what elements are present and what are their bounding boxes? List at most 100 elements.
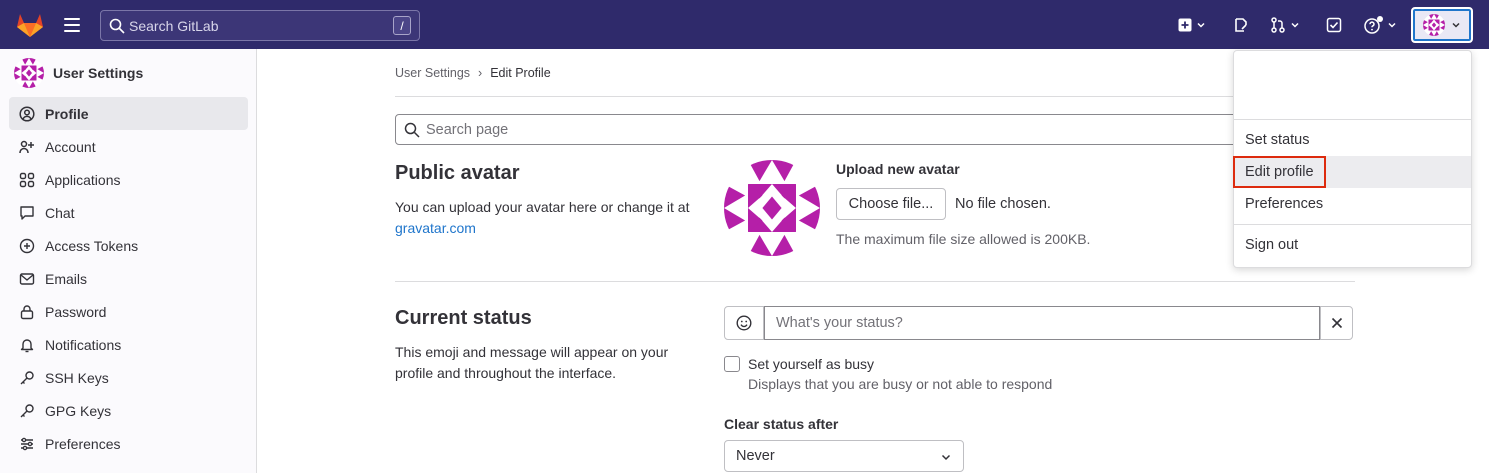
sidebar-item-preferences[interactable]: Preferences	[9, 427, 248, 460]
status-input-group: What's your status?	[724, 306, 1353, 340]
current-status-heading: Current status	[395, 307, 532, 329]
create-new-button[interactable]	[1178, 14, 1206, 36]
user-avatar-icon	[14, 58, 44, 88]
status-placeholder: What's your status?	[776, 315, 903, 331]
clear-status-button[interactable]	[1320, 307, 1352, 339]
sidebar-item-label: Password	[45, 303, 107, 320]
top-navbar: Search GitLab /	[0, 0, 1489, 49]
search-page-input[interactable]: Search page	[395, 114, 1255, 145]
chevron-down-icon	[941, 454, 951, 461]
upload-avatar-label: Upload new avatar	[836, 161, 960, 177]
account-icon	[19, 139, 35, 155]
set-status-menu-item[interactable]: Set status	[1234, 124, 1471, 156]
sidebar-item-account[interactable]: Account	[9, 130, 248, 163]
sidebar-item-label: Access Tokens	[45, 237, 139, 254]
sidebar-header[interactable]: User Settings	[14, 58, 143, 88]
busy-checkbox[interactable]	[724, 356, 740, 372]
global-search-input[interactable]: Search GitLab /	[100, 10, 420, 41]
chevron-down-icon	[1388, 22, 1396, 28]
user-menu-dropdown: Set status Edit profile Preferences Sign…	[1233, 50, 1472, 268]
merge-requests-button[interactable]	[1270, 14, 1300, 36]
gravatar-link[interactable]: gravatar.com	[395, 220, 476, 236]
sidebar-item-profile[interactable]: Profile	[9, 97, 248, 130]
lock-icon	[19, 304, 35, 320]
sidebar-item-label: Emails	[45, 270, 88, 287]
search-page-placeholder: Search page	[426, 121, 509, 138]
public-avatar-description: You can upload your avatar here or chang…	[395, 197, 705, 239]
sidebar-item-label: GPG Keys	[45, 402, 112, 419]
breadcrumb-parent-link[interactable]: User Settings	[395, 66, 470, 80]
settings-sidebar: User Settings Profile Account Applicatio…	[0, 49, 257, 473]
menu-item-label: Set status	[1245, 132, 1310, 148]
help-button[interactable]	[1363, 14, 1397, 36]
chevron-down-icon	[1452, 22, 1460, 28]
clear-status-after-select[interactable]: Never	[724, 440, 964, 472]
status-message-input[interactable]: What's your status?	[764, 306, 1320, 340]
busy-checkbox-label[interactable]: Set yourself as busy	[748, 356, 874, 372]
chevron-down-icon	[1197, 22, 1205, 28]
menu-item-label: Preferences	[1245, 196, 1324, 212]
sidebar-item-password[interactable]: Password	[9, 295, 248, 328]
plus-square-icon	[1178, 18, 1192, 32]
busy-help-text: Displays that you are busy or not able t…	[748, 376, 1053, 392]
sidebar-item-label: Chat	[45, 204, 75, 221]
preferences-icon	[19, 436, 35, 452]
question-icon	[1364, 16, 1383, 34]
sign-out-menu-item[interactable]: Sign out	[1234, 229, 1471, 261]
clear-status-after-value: Never	[736, 448, 775, 464]
smiley-icon	[736, 315, 752, 331]
applications-icon	[19, 172, 35, 188]
sidebar-item-gpg-keys[interactable]: GPG Keys	[9, 394, 248, 427]
search-icon	[109, 18, 125, 34]
profile-icon	[19, 105, 35, 122]
mail-icon	[19, 271, 35, 287]
sidebar-item-ssh-keys[interactable]: SSH Keys	[9, 361, 248, 394]
bell-icon	[19, 337, 35, 353]
sidebar-item-label: Notifications	[45, 336, 122, 353]
menu-icon[interactable]	[64, 15, 84, 35]
search-shortcut-badge: /	[393, 16, 411, 35]
issues-button[interactable]	[1233, 14, 1249, 36]
menu-item-label: Edit profile	[1233, 156, 1326, 188]
sidebar-item-emails[interactable]: Emails	[9, 262, 248, 295]
current-avatar-image	[724, 160, 820, 256]
sidebar-nav: Profile Account Applications Chat Access…	[9, 97, 248, 460]
gitlab-logo-icon[interactable]	[16, 12, 44, 38]
sidebar-item-label: Profile	[45, 105, 89, 122]
user-menu-button[interactable]	[1411, 7, 1473, 43]
dropdown-divider	[1234, 224, 1471, 225]
key-icon	[19, 403, 35, 419]
public-avatar-desc-text: You can upload your avatar here or chang…	[395, 199, 690, 215]
breadcrumb-current: Edit Profile	[490, 66, 551, 80]
max-file-size-help: The maximum file size allowed is 200KB.	[836, 231, 1091, 247]
sidebar-item-label: Applications	[45, 171, 121, 188]
chat-icon	[19, 205, 35, 221]
edit-profile-menu-item[interactable]: Edit profile	[1233, 156, 1471, 188]
emoji-picker-button[interactable]	[725, 307, 764, 339]
chevron-down-icon	[1291, 22, 1299, 28]
search-placeholder: Search GitLab	[129, 17, 219, 34]
sidebar-item-notifications[interactable]: Notifications	[9, 328, 248, 361]
todos-button[interactable]	[1326, 14, 1342, 36]
sidebar-item-applications[interactable]: Applications	[9, 163, 248, 196]
no-file-text: No file chosen.	[955, 196, 1051, 212]
todo-checkbox-icon	[1326, 17, 1342, 33]
breadcrumb: User Settings › Edit Profile	[395, 66, 551, 80]
user-avatar-icon	[1423, 14, 1445, 36]
close-icon	[1331, 317, 1342, 329]
choose-file-button[interactable]: Choose file...	[836, 188, 946, 220]
search-icon	[404, 122, 420, 138]
divider	[395, 281, 1355, 282]
divider	[395, 96, 1255, 97]
token-icon	[19, 238, 35, 254]
sidebar-item-access-tokens[interactable]: Access Tokens	[9, 229, 248, 262]
sidebar-item-chat[interactable]: Chat	[9, 196, 248, 229]
current-status-description: This emoji and message will appear on yo…	[395, 344, 669, 381]
sidebar-item-label: Preferences	[45, 435, 121, 452]
sidebar-item-label: SSH Keys	[45, 369, 109, 386]
dropdown-divider	[1234, 119, 1471, 120]
preferences-menu-item[interactable]: Preferences	[1234, 188, 1471, 220]
key-icon	[19, 370, 35, 386]
clear-status-after-label: Clear status after	[724, 416, 839, 432]
sidebar-item-label: Account	[45, 138, 96, 155]
